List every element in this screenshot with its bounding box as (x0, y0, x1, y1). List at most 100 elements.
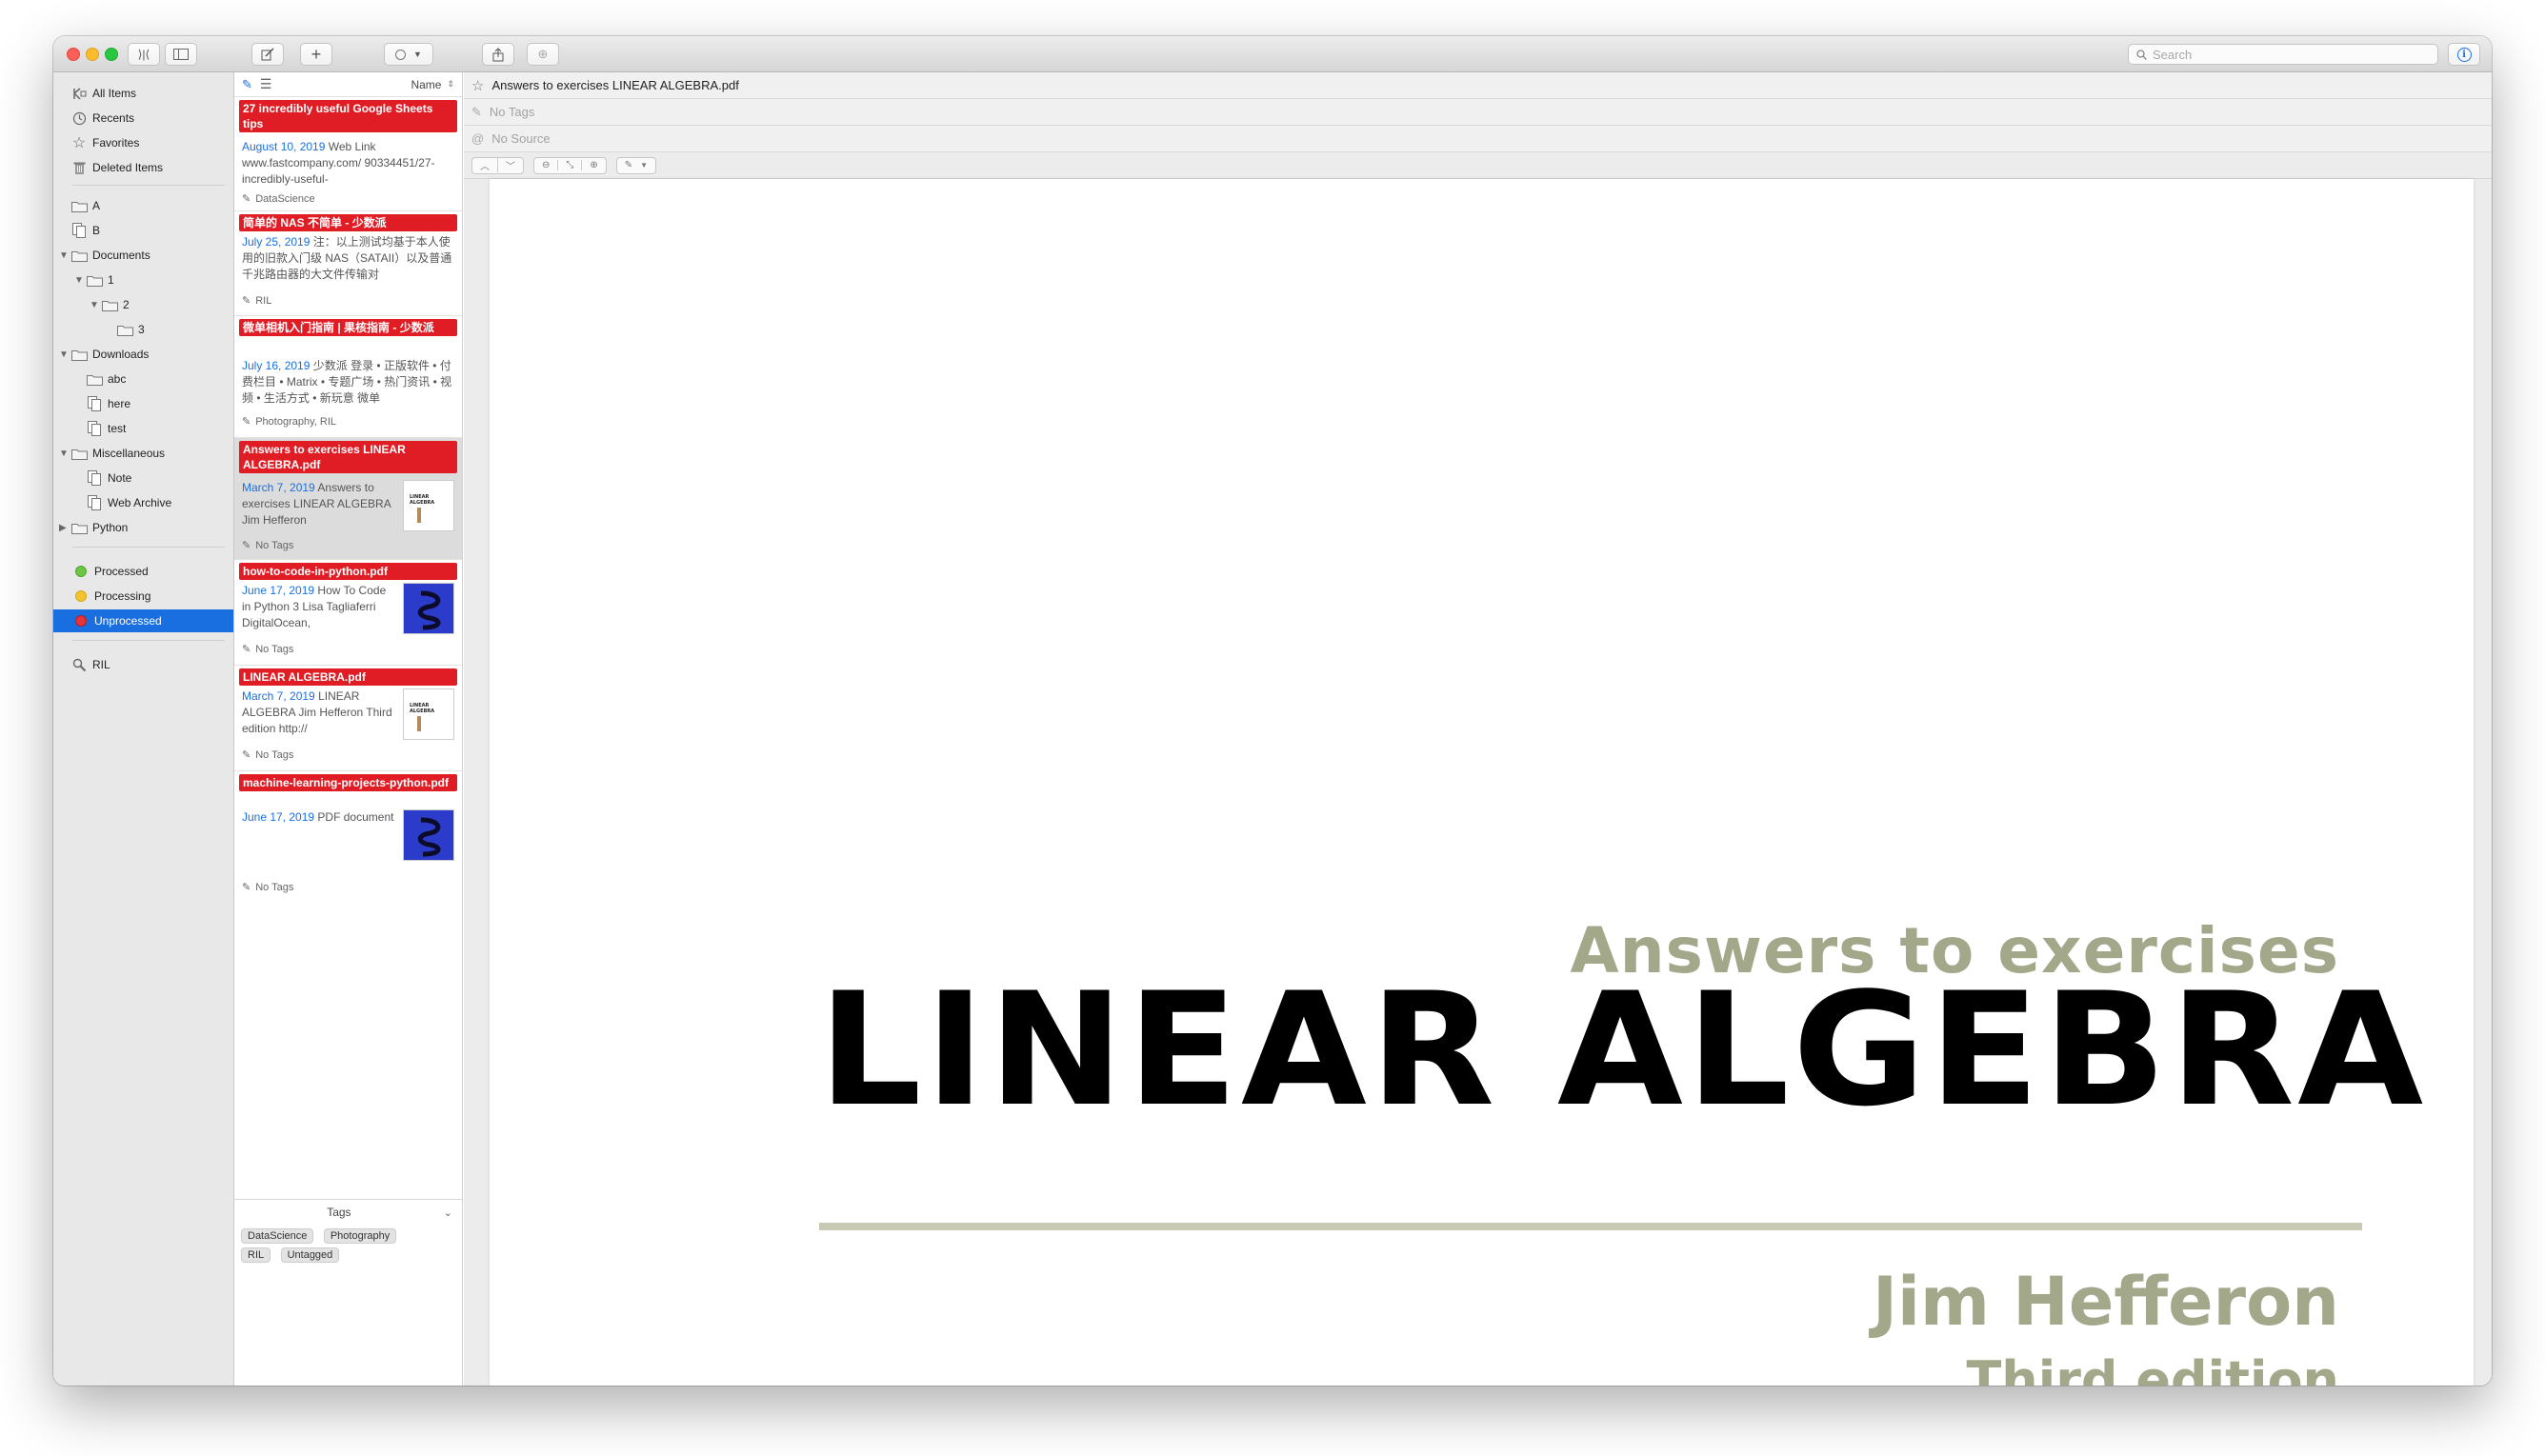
next-page-icon[interactable]: ﹀ (497, 158, 523, 172)
chevron-down-icon[interactable]: ⌄ (444, 1207, 452, 1219)
disclosure-open-icon[interactable]: ▼ (59, 449, 69, 459)
add-button[interactable]: + (300, 43, 332, 66)
link-button[interactable]: ⊕ (527, 43, 559, 66)
tag-chip[interactable]: DataScience (241, 1228, 314, 1244)
sidebar-item-processed[interactable]: Processed (53, 560, 233, 583)
new-note-button[interactable] (251, 43, 284, 66)
previous-page-icon[interactable]: ︿ (472, 158, 497, 172)
sidebar-item-folder-2[interactable]: ▼ 2 (53, 293, 233, 316)
pencil-icon[interactable]: ✎ (242, 77, 252, 92)
status-menu-button[interactable]: ▼ (384, 43, 433, 66)
list-view-icon[interactable]: ☰ (260, 76, 272, 92)
pdf-thumbnail (403, 583, 454, 634)
sidebar-item-folder-1[interactable]: ▼ 1 (53, 269, 233, 291)
sidebar-item-label: 1 (108, 273, 114, 287)
list-item[interactable]: machine-learning-projects-python.pdf Jun… (234, 771, 462, 893)
item-tags: ✎ DataScience (242, 192, 315, 206)
tag-icon: ✎ (242, 295, 251, 307)
folder-icon (116, 321, 133, 338)
disclosure-open-icon[interactable]: ▼ (59, 250, 69, 261)
sidebar-item-all-items[interactable]: All Items (53, 82, 233, 105)
source-field[interactable]: No Source (491, 131, 550, 146)
list-item[interactable]: 27 incredibly useful Google Sheets tips … (234, 97, 462, 211)
sidebar-item-documents[interactable]: ▼ Documents (53, 244, 233, 267)
sidebar-item-folder-a[interactable]: A (53, 194, 233, 217)
tag-chip[interactable]: Photography (323, 1228, 397, 1244)
item-tags: ✎ Photography, RIL (242, 415, 336, 429)
sidebar-item-label: Web Archive (108, 496, 172, 509)
item-tags-text: No Tags (255, 881, 294, 893)
pdf-title: LINEAR ALGEBRA (818, 959, 2427, 1141)
chevron-down-icon: ▼ (413, 50, 422, 59)
favorite-star-icon[interactable]: ☆ (471, 77, 484, 94)
sidebar-item-group-note[interactable]: Note (53, 467, 233, 489)
tags-panel-header: Tags (327, 1206, 351, 1219)
close-window-button[interactable] (67, 48, 80, 61)
sidebar-item-label: test (108, 422, 127, 435)
disclosure-closed-icon[interactable]: ▶ (59, 523, 69, 533)
sort-chevron-icon[interactable]: ⇕ (447, 79, 454, 90)
python-cover-icon (417, 590, 441, 630)
search-input[interactable] (2153, 47, 2419, 62)
sidebar-item-folder-3[interactable]: 3 (53, 318, 233, 341)
sidebar-item-group-test[interactable]: test (53, 417, 233, 440)
sidebar-item-unprocessed[interactable]: Unprocessed (53, 609, 233, 632)
sidebar-item-group-here[interactable]: here (53, 392, 233, 415)
sidebar-item-label: All Items (92, 87, 137, 100)
zoom-in-icon[interactable]: ⊕ (581, 160, 605, 170)
star-icon: ☆ (71, 135, 87, 151)
tag-icon: ✎ (242, 644, 251, 655)
item-tags-text: RIL (255, 294, 272, 307)
group-icon (86, 469, 103, 487)
minimize-window-button[interactable] (86, 48, 99, 61)
sidebar-item-folder-abc[interactable]: abc (53, 368, 233, 390)
sidebar-item-downloads[interactable]: ▼ Downloads (53, 343, 233, 366)
disclosure-open-icon[interactable]: ▼ (74, 275, 84, 286)
sidebar-item-deleted-items[interactable]: Deleted Items (53, 156, 233, 179)
list-item[interactable]: 微单相机入门指南 | 果核指南 - 少数派 July 16, 2019 少数派 … (234, 316, 462, 438)
pdf-viewer[interactable]: Answers to exercises LINEAR ALGEBRA Jim … (464, 179, 2492, 1386)
pdf-page: Answers to exercises LINEAR ALGEBRA Jim … (490, 179, 2474, 1386)
list-item-selected[interactable]: Answers to exercises LINEAR ALGEBRA.pdf … (234, 438, 462, 560)
tag-chip[interactable]: Untagged (280, 1247, 340, 1263)
info-button[interactable]: i (2448, 43, 2480, 66)
sidebar-item-recents[interactable]: Recents (53, 107, 233, 130)
pdf-thumbnail: LINEAR ALGEBRA (403, 480, 454, 531)
item-summary: July 16, 2019 少数派 登录 • 正版软件 • 付费栏目 • Mat… (242, 358, 456, 408)
sidebar-item-processing[interactable]: Processing (53, 585, 233, 608)
annotate-menu[interactable]: ✎ ▼ (615, 156, 657, 174)
tag-icon: ✎ (471, 104, 482, 119)
toggle-layout-button[interactable]: ⟩|⟨ (128, 43, 160, 66)
item-date: July 25, 2019 (242, 235, 311, 249)
list-item[interactable]: 简单的 NAS 不简单 - 少数派 July 25, 2019 注：以上测试均基… (234, 211, 462, 316)
disclosure-open-icon[interactable]: ▼ (90, 300, 99, 310)
document-list: ✎ ☰ Name ⇕ 27 incredibly useful Google S… (234, 72, 463, 1386)
document-title[interactable]: Answers to exercises LINEAR ALGEBRA.pdf (491, 78, 738, 92)
tags-row: ✎ No Tags (464, 99, 2492, 126)
toggle-sidebar-button[interactable] (165, 43, 197, 66)
item-summary: June 17, 2019 PDF document (242, 809, 394, 842)
sidebar-item-favorites[interactable]: ☆ Favorites (53, 131, 233, 154)
tag-chip[interactable]: RIL (241, 1247, 271, 1263)
search-field[interactable] (2128, 44, 2438, 65)
group-icon (86, 494, 103, 511)
share-button[interactable] (482, 43, 514, 66)
sidebar-item-miscellaneous[interactable]: ▼ Miscellaneous (53, 442, 233, 465)
sidebar-item-group-web-archive[interactable]: Web Archive (53, 491, 233, 514)
zoom-window-button[interactable] (105, 48, 118, 61)
sidebar-item-python[interactable]: ▶ Python (53, 516, 233, 539)
plus-icon: + (311, 44, 322, 64)
zoom-out-icon[interactable]: ⊖ (534, 160, 557, 170)
item-date: July 16, 2019 (242, 359, 311, 372)
sidebar-item-ril[interactable]: RIL (53, 653, 233, 676)
list-item[interactable]: how-to-code-in-python.pdf June 17, 2019 … (234, 560, 462, 666)
sort-by-label[interactable]: Name (411, 78, 441, 91)
fit-page-icon[interactable]: ⤡ (557, 160, 581, 170)
sidebar-item-group-b[interactable]: B (53, 219, 233, 242)
disclosure-open-icon[interactable]: ▼ (59, 349, 69, 360)
item-date: March 7, 2019 (242, 481, 315, 494)
toolbar: ⟩|⟨ + ▼ ⊕ i (53, 36, 2492, 72)
item-date: March 7, 2019 (242, 689, 315, 703)
tags-field[interactable]: No Tags (490, 105, 534, 119)
list-item[interactable]: LINEAR ALGEBRA.pdf March 7, 2019 LINEAR … (234, 666, 462, 771)
